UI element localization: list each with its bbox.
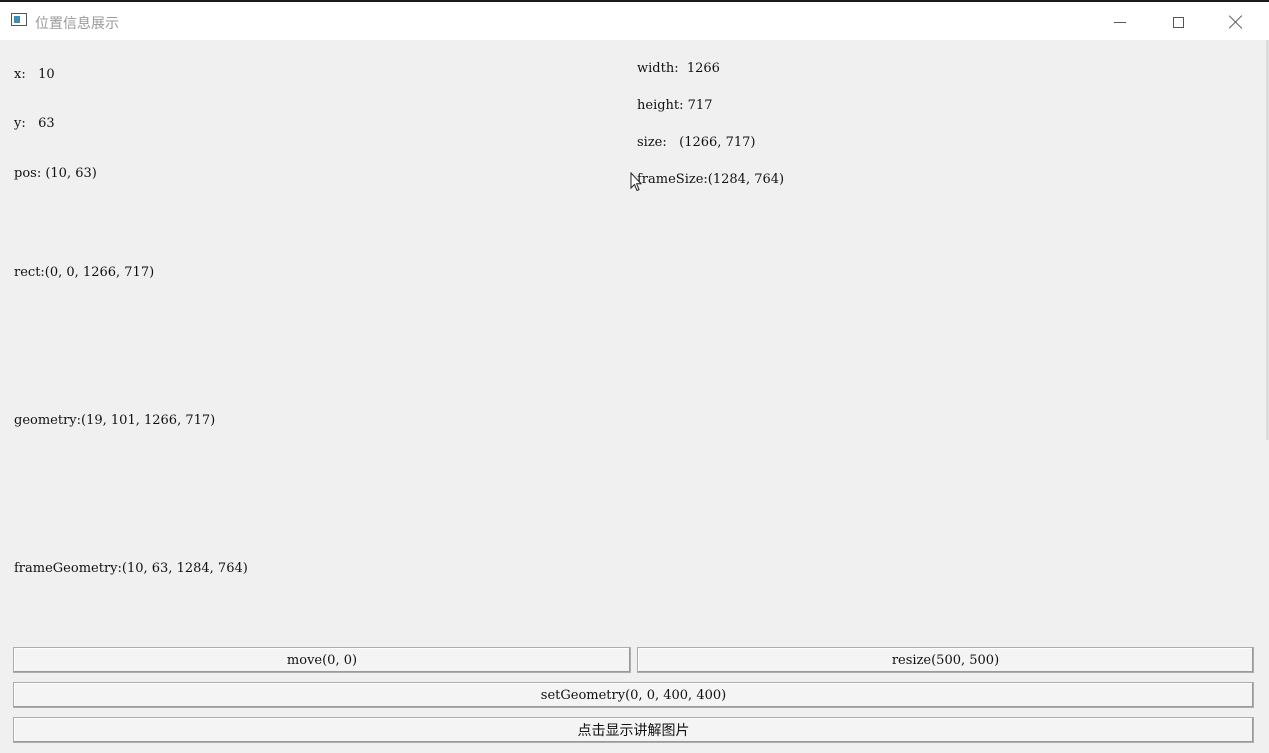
y-label: y: 63 [14,116,55,131]
close-icon [1229,15,1243,29]
width-label: width: 1266 [637,61,720,76]
frame-size-label: frameSize:(1284, 764) [637,172,785,187]
set-geometry-button[interactable]: setGeometry(0, 0, 400, 400) [13,682,1254,708]
x-label: x: 10 [14,67,55,82]
app-window-icon [11,13,27,26]
frame-geometry-label: frameGeometry:(10, 63, 1284, 764) [14,561,248,576]
maximize-button[interactable] [1149,5,1207,39]
show-picture-button[interactable]: 点击显示讲解图片 [13,717,1254,743]
title-bar: 位置信息展示 [0,0,1269,40]
geometry-label: geometry:(19, 101, 1266, 717) [14,413,216,428]
rect-label: rect:(0, 0, 1266, 717) [14,265,155,280]
minimize-button[interactable] [1091,5,1149,39]
window-title: 位置信息展示 [35,16,119,32]
size-label: size: (1266, 717) [637,135,756,150]
minimize-icon [1114,21,1126,23]
mouse-cursor-icon [630,172,642,192]
resize-button[interactable]: resize(500, 500) [637,647,1254,673]
pos-label: pos: (10, 63) [14,166,97,181]
close-button[interactable] [1207,5,1265,39]
move-button[interactable]: move(0, 0) [13,647,631,673]
height-label: height: 717 [637,98,713,113]
maximize-icon [1172,16,1184,28]
